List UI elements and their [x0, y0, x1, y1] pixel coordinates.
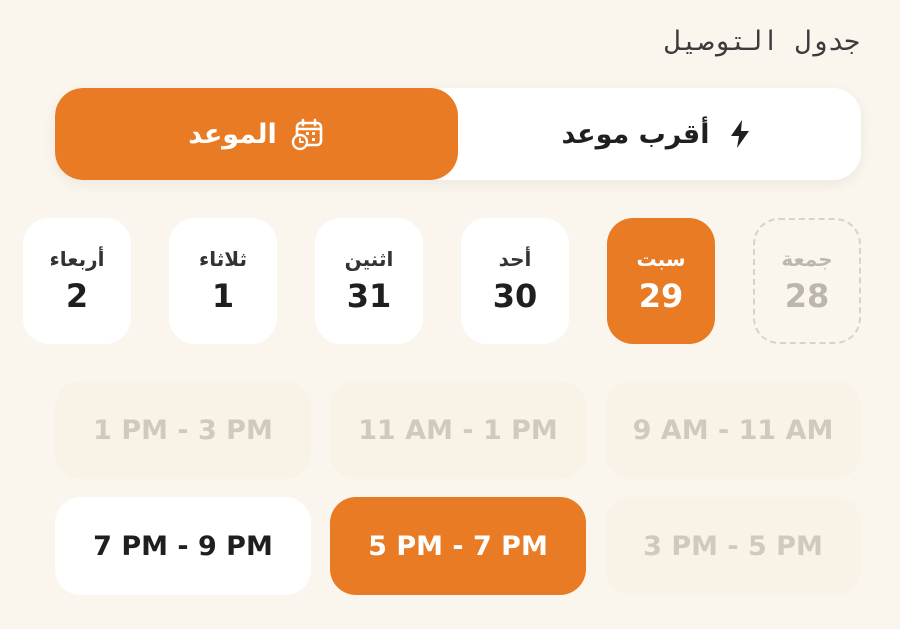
mode-scheduled-label: الموعد [188, 118, 277, 150]
day-number: 28 [784, 277, 830, 315]
day-card-sunday[interactable]: أحد 30 [461, 218, 569, 344]
delivery-schedule-screen: جدول التوصيل الموعد أقرب موعد أربعاء 2 ث… [0, 0, 900, 629]
day-name: اثنين [344, 247, 394, 271]
time-slot-9am-11am: 9 AM - 11 AM [605, 381, 861, 479]
day-card-saturday[interactable]: سبت 29 [607, 218, 715, 344]
day-number: 30 [492, 277, 538, 315]
day-name: جمعة [781, 247, 833, 271]
mode-scheduled-button[interactable]: الموعد [55, 88, 458, 180]
day-name: ثلاثاء [199, 247, 247, 271]
day-name: سبت [636, 247, 686, 271]
mode-earliest-button[interactable]: أقرب موعد [458, 88, 861, 180]
day-number: 2 [65, 277, 89, 315]
day-card-friday: جمعة 28 [753, 218, 861, 344]
section-title: جدول التوصيل [664, 26, 860, 57]
day-card-tuesday[interactable]: ثلاثاء 1 [169, 218, 277, 344]
time-slot-7pm-9pm[interactable]: 7 PM - 9 PM [55, 497, 311, 595]
calendar-clock-icon [291, 118, 323, 151]
day-name: أربعاء [49, 247, 105, 271]
lightning-bolt-icon [731, 120, 750, 148]
delivery-mode-toggle: الموعد أقرب موعد [55, 88, 861, 180]
day-card-wednesday[interactable]: أربعاء 2 [23, 218, 131, 344]
time-slot-3pm-5pm: 3 PM - 5 PM [605, 497, 861, 595]
day-number: 31 [346, 277, 392, 315]
day-card-monday[interactable]: اثنين 31 [315, 218, 423, 344]
time-slot-5pm-7pm[interactable]: 5 PM - 7 PM [330, 497, 586, 595]
day-number: 1 [211, 277, 235, 315]
time-slot-1pm-3pm: 1 PM - 3 PM [55, 381, 311, 479]
day-number: 29 [638, 277, 684, 315]
day-name: أحد [498, 247, 532, 271]
time-slot-11am-1pm: 11 AM - 1 PM [330, 381, 586, 479]
mode-earliest-label: أقرب موعد [561, 118, 710, 150]
